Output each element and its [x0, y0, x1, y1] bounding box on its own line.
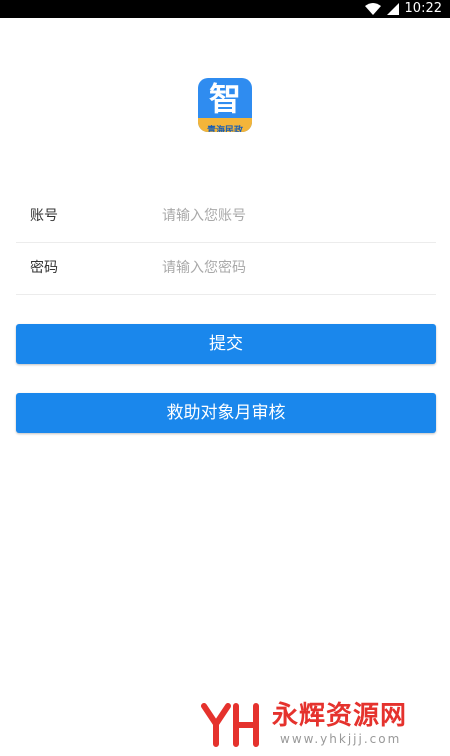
- account-input[interactable]: [162, 203, 422, 229]
- watermark-logo-icon: [201, 703, 259, 747]
- signal-icon: [386, 3, 399, 15]
- status-bar: 10:22: [0, 0, 450, 18]
- watermark-url: www.yhkjjj.com: [280, 732, 402, 746]
- watermark-title: 永辉资源网: [272, 701, 408, 731]
- monthly-audit-button[interactable]: 救助对象月审核: [16, 393, 436, 433]
- submit-button[interactable]: 提交: [16, 324, 436, 364]
- logo-glyph: 智: [208, 80, 241, 118]
- status-bar-right: 10:22: [364, 0, 442, 18]
- password-field-row: 密码: [16, 242, 436, 295]
- login-screen: 10:22 智 青海民政 账号 密码 提交 救助对象月审核 永辉资源网 www.…: [0, 0, 450, 756]
- account-label: 账号: [30, 208, 58, 224]
- wifi-icon: [364, 3, 381, 15]
- watermark: 永辉资源网 www.yhkjjj.com: [200, 700, 440, 748]
- logo-ribbon: 青海民政: [198, 118, 252, 132]
- app-logo: 智 青海民政: [198, 78, 252, 132]
- account-field-row: 账号: [16, 190, 436, 243]
- status-time: 10:22: [404, 1, 442, 16]
- logo-ribbon-text: 青海民政: [206, 126, 243, 132]
- password-input[interactable]: [162, 255, 422, 281]
- password-label: 密码: [30, 260, 58, 276]
